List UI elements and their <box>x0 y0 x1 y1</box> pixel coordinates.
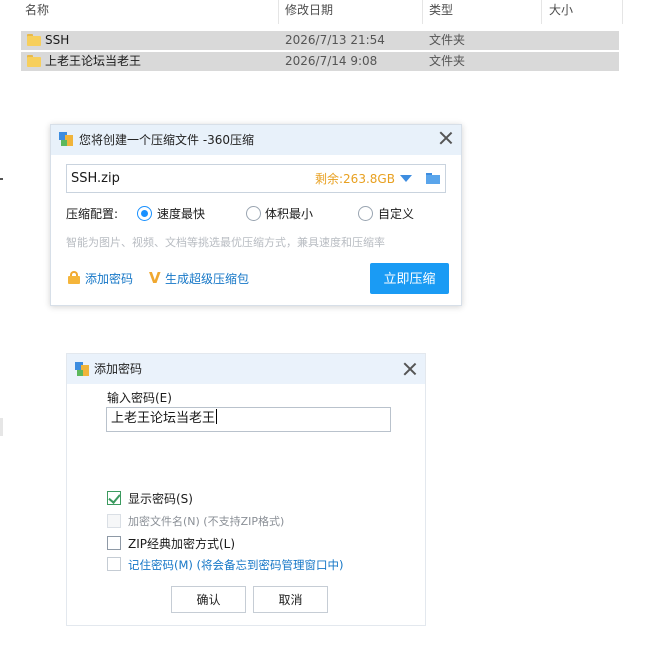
remaining-space: 剩余:263.8GB <box>315 172 395 186</box>
cancel-button[interactable]: 取消 <box>253 586 328 613</box>
file-date: 2026/7/14 9:08 <box>285 54 378 68</box>
column-header-name[interactable]: 名称 <box>21 0 277 22</box>
compress-dialog-titlebar[interactable]: 您将创建一个压缩文件 -360压缩 <box>51 125 461 155</box>
column-divider[interactable] <box>422 0 423 24</box>
add-password-link[interactable]: 添加密码 <box>85 271 133 287</box>
radio-custom[interactable] <box>358 206 373 221</box>
password-input[interactable]: 上老王论坛当老王 <box>106 407 391 432</box>
column-divider[interactable] <box>278 0 279 24</box>
password-input-value: 上老王论坛当老王 <box>111 411 216 426</box>
column-divider[interactable] <box>622 0 623 24</box>
zip-classic-checkbox[interactable] <box>107 536 121 550</box>
file-date: 2026/7/13 21:54 <box>285 33 385 47</box>
sidebar-edge-mark <box>0 418 3 436</box>
radio-fastest[interactable] <box>137 206 152 221</box>
close-icon[interactable] <box>439 131 453 145</box>
compress-hint: 智能为图片、视频、文档等挑选最优压缩方式，兼具速度和压缩率 <box>66 236 385 249</box>
option-fastest-label[interactable]: 速度最快 <box>157 206 205 222</box>
super-package-v-icon[interactable]: V <box>149 270 161 286</box>
table-row[interactable]: SSH 2026/7/13 21:54 文件夹 <box>21 31 619 50</box>
file-type: 文件夹 <box>429 54 466 68</box>
file-name: SSH <box>45 33 70 47</box>
show-password-label[interactable]: 显示密码(S) <box>128 491 193 507</box>
filename-value: SSH.zip <box>71 171 120 186</box>
360zip-app-icon <box>59 132 73 146</box>
password-dialog-title: 添加密码 <box>94 362 143 376</box>
file-name: 上老王论坛当老王 <box>45 54 142 68</box>
folder-icon <box>27 55 41 67</box>
show-password-checkbox[interactable] <box>107 491 121 505</box>
compress-dialog: 您将创建一个压缩文件 -360压缩 SSH.zip 剩余:263.8GB 压缩配… <box>50 124 462 306</box>
filename-field[interactable]: SSH.zip 剩余:263.8GB <box>66 164 446 193</box>
password-dialog-titlebar[interactable]: 添加密码 <box>67 354 425 384</box>
password-input-label: 输入密码(E) <box>107 391 172 405</box>
text-caret <box>216 409 218 424</box>
zip-classic-label[interactable]: ZIP经典加密方式(L) <box>128 536 235 552</box>
360zip-app-icon <box>75 362 89 376</box>
close-icon[interactable] <box>403 362 417 376</box>
add-password-dialog: 添加密码 输入密码(E) 上老王论坛当老王 显示密码(S) 加密文件名(N) (… <box>66 353 426 626</box>
remember-password-label[interactable]: 记住密码(M) (将会备忘到密码管理窗口中) <box>128 557 344 573</box>
sidebar-edge-mark <box>0 178 3 180</box>
ok-button[interactable]: 确认 <box>171 586 246 613</box>
table-row[interactable]: 上老王论坛当老王 2026/7/14 9:08 文件夹 <box>21 52 619 71</box>
radio-smallest[interactable] <box>246 206 261 221</box>
lock-icon[interactable] <box>68 271 80 284</box>
file-type: 文件夹 <box>429 33 466 47</box>
encrypt-filenames-label: 加密文件名(N) (不支持ZIP格式) <box>128 515 285 528</box>
browse-folder-icon[interactable] <box>426 173 440 184</box>
column-header-type[interactable]: 类型 <box>425 0 540 22</box>
super-package-link[interactable]: 生成超级压缩包 <box>165 271 249 287</box>
column-divider[interactable] <box>541 0 542 24</box>
compress-now-button[interactable]: 立即压缩 <box>370 263 449 294</box>
column-header-size[interactable]: 大小 <box>545 0 620 22</box>
option-custom-label[interactable]: 自定义 <box>378 206 414 222</box>
compress-dialog-title: 您将创建一个压缩文件 -360压缩 <box>79 133 255 147</box>
folder-icon <box>27 34 41 46</box>
chevron-down-icon[interactable] <box>400 175 412 182</box>
encrypt-filenames-checkbox <box>107 514 121 528</box>
remember-password-checkbox[interactable] <box>107 557 121 571</box>
column-header-date[interactable]: 修改日期 <box>281 0 421 22</box>
option-smallest-label[interactable]: 体积最小 <box>265 206 313 222</box>
compress-config-label: 压缩配置: <box>66 207 119 221</box>
